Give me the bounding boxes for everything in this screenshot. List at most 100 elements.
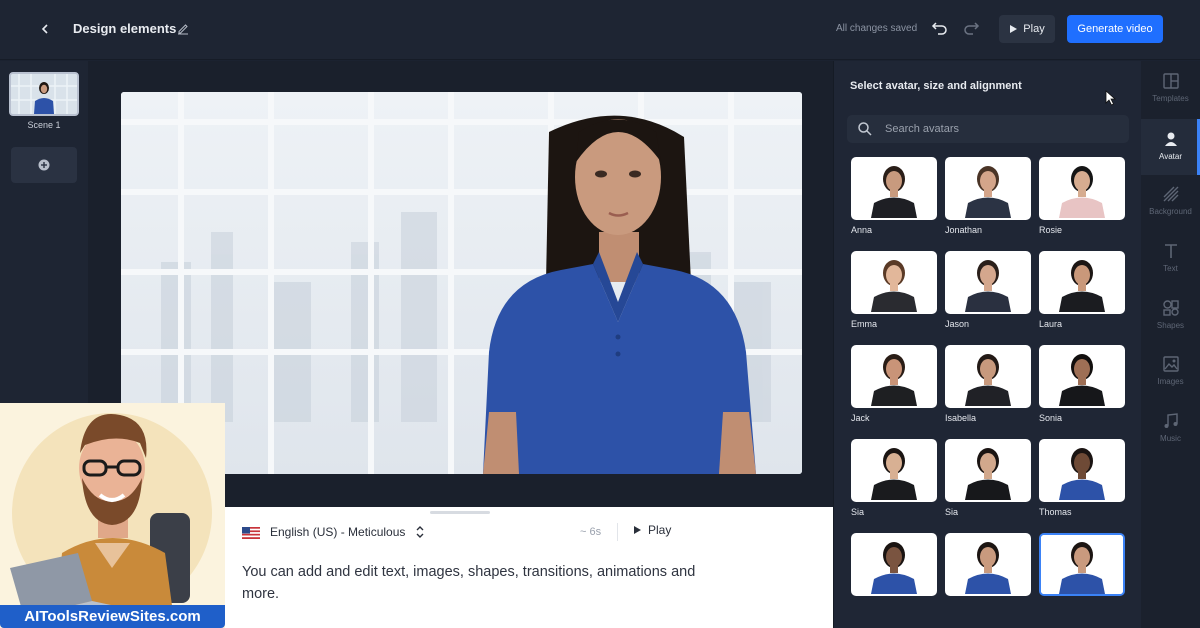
redo-button[interactable] xyxy=(961,18,981,38)
pencil-icon[interactable] xyxy=(176,21,190,35)
images-icon xyxy=(1162,356,1179,372)
tool-images[interactable]: Images xyxy=(1141,344,1200,400)
avatar-card[interactable]: Sia xyxy=(945,439,1031,519)
avatar-thumbnail xyxy=(851,345,937,408)
play-button-label: Play xyxy=(1023,23,1045,35)
tool-text[interactable]: Text xyxy=(1141,231,1200,287)
tool-label: Music xyxy=(1160,434,1181,443)
project-title[interactable]: Design elements xyxy=(73,21,176,36)
avatar-card[interactable]: Jason xyxy=(945,251,1031,331)
panel-drag-handle[interactable] xyxy=(430,511,490,514)
avatar-name: Anna xyxy=(851,225,873,235)
avatar-card[interactable]: Rosie xyxy=(1039,157,1125,237)
avatar-search xyxy=(847,115,1129,143)
avatar-name xyxy=(851,601,937,613)
tool-shapes[interactable]: Shapes xyxy=(1141,288,1200,344)
tool-label: Shapes xyxy=(1156,321,1185,330)
avatar-card[interactable] xyxy=(945,533,1031,613)
tool-label: Avatar xyxy=(1159,152,1182,161)
scene-thumbnail[interactable] xyxy=(9,72,79,116)
avatar-name: Isabella xyxy=(945,413,977,423)
tool-templates[interactable]: Templates xyxy=(1141,61,1200,117)
search-avatars-input[interactable] xyxy=(885,119,1115,139)
play-icon xyxy=(1010,25,1018,33)
tool-background[interactable]: Background xyxy=(1141,174,1200,230)
plus-circle-icon xyxy=(38,159,50,171)
chevron-left-icon xyxy=(41,24,48,34)
mouse-cursor-icon xyxy=(1105,90,1117,106)
generate-video-button[interactable]: Generate video xyxy=(1067,15,1163,43)
avatar-thumbnail xyxy=(1039,345,1125,408)
avatar-name: Jack xyxy=(851,413,870,423)
avatar-thumbnail xyxy=(945,157,1031,220)
avatar-thumbnail xyxy=(1039,533,1125,596)
search-icon xyxy=(858,122,872,136)
script-duration: ~ 6s xyxy=(580,526,602,538)
avatar-thumbnail xyxy=(851,251,937,314)
avatar-card[interactable]: Laura xyxy=(1039,251,1125,331)
avatar-card[interactable]: Jack xyxy=(851,345,937,425)
script-panel: English (US) - Meticulous ~ 6s Play You … xyxy=(225,507,833,628)
avatar-card[interactable] xyxy=(851,533,937,613)
play-button[interactable]: Play xyxy=(999,15,1055,43)
avatar-name: Laura xyxy=(1039,319,1063,329)
avatar-card[interactable]: Anna xyxy=(851,157,937,237)
watermark-illustration xyxy=(0,403,225,628)
undo-button[interactable] xyxy=(930,18,950,38)
back-button[interactable] xyxy=(34,18,56,40)
tool-label: Text xyxy=(1163,264,1178,273)
avatar-card[interactable]: Emma xyxy=(851,251,937,331)
music-icon xyxy=(1164,413,1178,428)
avatar-thumbnail xyxy=(851,533,937,596)
avatar-card[interactable]: Jonathan xyxy=(945,157,1031,237)
tool-label: Templates xyxy=(1152,94,1189,103)
avatar-thumbnail xyxy=(1039,157,1125,220)
avatar-card[interactable]: Sia xyxy=(851,439,937,519)
avatar-name: Sonia xyxy=(1039,413,1063,423)
tool-label: Images xyxy=(1157,377,1184,386)
top-bar: Design elements All changes saved Play G… xyxy=(0,0,1200,60)
avatar-thumbnail xyxy=(945,345,1031,408)
avatar-thumbnail xyxy=(1039,251,1125,314)
avatar-thumbnail xyxy=(945,251,1031,314)
script-text-editor[interactable]: You can add and edit text, images, shape… xyxy=(242,561,712,605)
scene-label: Scene 1 xyxy=(27,120,61,130)
avatar-name: Sia xyxy=(945,507,959,517)
voice-language-select[interactable]: English (US) - Meticulous xyxy=(270,525,405,539)
tool-avatar[interactable]: Avatar xyxy=(1141,119,1200,175)
avatar-icon xyxy=(1164,132,1177,146)
avatar-name: Thomas xyxy=(1039,507,1072,517)
chevron-updown-icon[interactable] xyxy=(415,524,425,540)
avatar-thumbnail xyxy=(851,157,937,220)
save-status: All changes saved xyxy=(836,23,918,34)
play-script-label: Play xyxy=(648,523,672,537)
background-icon xyxy=(1163,186,1178,202)
avatar-name: Rosie xyxy=(1039,225,1063,235)
tool-rail: Templates Avatar Background Text Shapes Image… xyxy=(1141,61,1200,628)
avatar-name: Emma xyxy=(851,319,878,329)
avatar-name: Sia xyxy=(851,507,865,517)
avatar-card[interactable] xyxy=(1039,533,1125,613)
tool-label: Background xyxy=(1149,207,1192,216)
avatar-name: Jason xyxy=(945,319,970,329)
avatar-card[interactable]: Thomas xyxy=(1039,439,1125,519)
templates-icon xyxy=(1162,73,1179,89)
avatar-name xyxy=(1039,601,1125,613)
avatar-thumbnail xyxy=(1039,439,1125,502)
avatar-card[interactable]: Sonia xyxy=(1039,345,1125,425)
avatar-thumbnail xyxy=(945,439,1031,502)
text-icon xyxy=(1164,244,1177,258)
avatar-panel: Select avatar, size and alignment Anna Jo… xyxy=(833,61,1141,628)
divider xyxy=(617,523,618,541)
avatar-card[interactable]: Isabella xyxy=(945,345,1031,425)
tool-music[interactable]: Music xyxy=(1141,401,1200,457)
play-icon xyxy=(634,526,641,534)
undo-icon xyxy=(931,22,947,35)
shapes-icon xyxy=(1162,300,1179,316)
avatar-name xyxy=(945,601,1031,613)
avatar-name: Jonathan xyxy=(945,225,983,235)
play-script-button[interactable]: Play xyxy=(633,523,671,537)
panel-title: Select avatar, size and alignment xyxy=(850,80,1022,92)
add-scene-button[interactable] xyxy=(11,147,77,183)
redo-icon xyxy=(964,22,980,35)
